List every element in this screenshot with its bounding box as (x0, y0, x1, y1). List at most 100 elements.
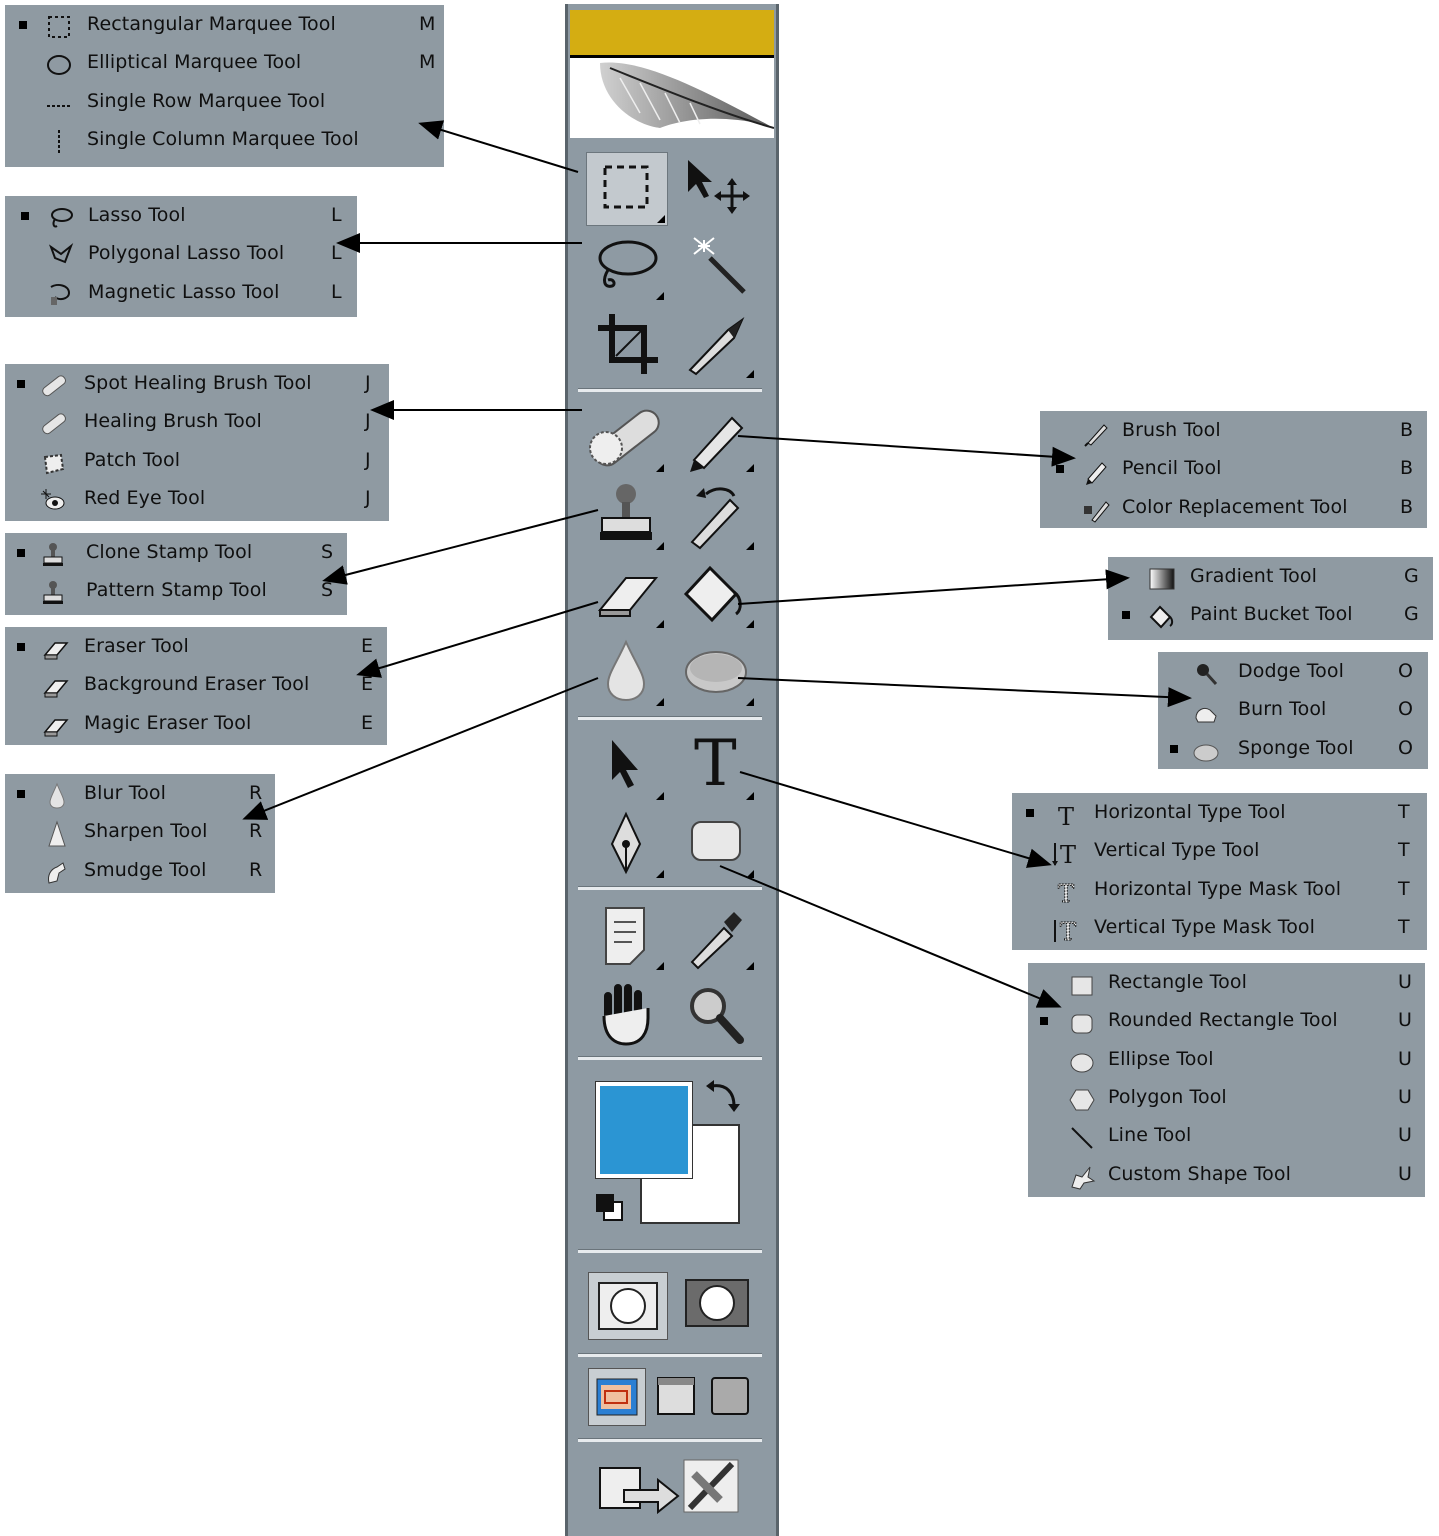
menu-item-label: Horizontal Type Mask Tool (1094, 877, 1342, 900)
menu-item[interactable]: Red Eye Tool J (5, 481, 389, 519)
standard-screen-mode-button[interactable] (588, 1368, 646, 1426)
pen-tool-button[interactable] (586, 808, 666, 880)
marquee-tool-button[interactable] (586, 152, 668, 226)
menu-item[interactable]: T Horizontal Type Tool T (1012, 795, 1427, 833)
menu-item-label: Paint Bucket Tool (1190, 603, 1353, 626)
brush-tool-button[interactable] (676, 402, 756, 474)
menu-item-label: Polygonal Lasso Tool (88, 242, 285, 265)
healing-tool-button[interactable] (586, 402, 666, 474)
menu-item-label: Red Eye Tool (84, 486, 206, 509)
shortcut-key: T (1398, 915, 1410, 938)
menu-item[interactable]: Healing Brush Tool J (5, 404, 389, 442)
shortcut-key: L (331, 204, 342, 226)
menu-item[interactable]: Color Replacement Tool B (1040, 490, 1427, 528)
full-screen-menu-mode-button[interactable] (654, 1374, 698, 1418)
menu-item[interactable]: Magic Eraser Tool E (5, 706, 387, 744)
menu-item[interactable]: Blur Tool R (5, 776, 275, 814)
blur-tool-button[interactable] (586, 636, 666, 708)
hand-tool-button[interactable] (586, 978, 666, 1050)
menu-item[interactable]: Line Tool U (1028, 1118, 1425, 1156)
move-tool-button[interactable] (676, 152, 756, 224)
paint-bucket-tool-button[interactable] (676, 558, 756, 630)
full-screen-mode-button[interactable] (708, 1374, 752, 1418)
arrow-eraser (356, 601, 599, 678)
menu-item[interactable]: Burn Tool O (1158, 692, 1428, 730)
shape-tool-button[interactable] (676, 808, 756, 880)
menu-item[interactable]: Ellipse Tool U (1028, 1042, 1425, 1080)
menu-item[interactable]: Elliptical Marquee Tool M (5, 45, 444, 83)
menu-item[interactable]: Rounded Rectangle Tool U (1028, 1003, 1425, 1041)
eyedropper-tool-button[interactable] (676, 900, 756, 972)
stamp-tool-button[interactable] (586, 480, 666, 552)
default-colors-icon[interactable] (592, 1190, 626, 1224)
arrow-brush (737, 435, 1076, 467)
pen-icon (610, 811, 642, 875)
magic-wand-tool-button[interactable] (676, 230, 756, 302)
menu-item[interactable]: Magnetic Lasso Tool L (5, 275, 357, 313)
shortcut-key: L (331, 280, 342, 303)
menu-item[interactable]: Custom Shape Tool U (1028, 1157, 1425, 1195)
menu-item[interactable]: Patch Tool J (5, 443, 389, 481)
menu-item[interactable]: Polygonal Lasso Tool L (5, 236, 357, 274)
dodge-tool-button[interactable] (676, 636, 756, 708)
toolbar-separator (578, 388, 762, 392)
menu-item[interactable]: Sponge Tool O (1158, 731, 1428, 769)
shortcut-key: L (331, 242, 342, 265)
history-brush-tool-button[interactable] (676, 480, 756, 552)
menu-item-label: Line Tool (1108, 1124, 1192, 1147)
jump-to-imageready-button[interactable] (594, 1454, 744, 1518)
notes-tool-button[interactable] (586, 900, 666, 972)
quick-mask-mode-button[interactable] (680, 1272, 758, 1338)
menu-item[interactable]: Single Row Marquee Tool (5, 84, 444, 122)
menu-item[interactable]: Background Eraser Tool E (5, 667, 387, 705)
menu-item[interactable]: Pattern Stamp Tool S (5, 573, 347, 611)
menu-item[interactable]: Single Column Marquee Tool (5, 122, 444, 160)
eraser-tool-button[interactable] (586, 558, 666, 630)
shortcut-key: E (361, 711, 374, 734)
menu-item[interactable]: Eraser Tool E (5, 629, 387, 667)
shortcut-key: T (1398, 877, 1410, 900)
slice-tool-button[interactable] (676, 308, 756, 380)
menu-item-label: Smudge Tool (84, 858, 207, 881)
path-selection-tool-button[interactable] (586, 730, 666, 802)
menu-item[interactable]: Sharpen Tool R (5, 814, 275, 852)
menu-item[interactable]: T Vertical Type Tool T (1012, 833, 1427, 871)
type-tool-button[interactable]: T (676, 728, 756, 802)
crop-tool-button[interactable] (586, 308, 666, 380)
shortcut-key: R (249, 782, 263, 804)
shape-tools-menu: Rectangle Tool U Rounded Rectangle Tool U El… (1028, 963, 1425, 1197)
hand-icon (602, 984, 650, 1046)
menu-item[interactable]: Gradient Tool G (1108, 559, 1433, 597)
menu-item[interactable]: T Vertical Type Mask Tool T (1012, 910, 1427, 948)
dodge-icon (1192, 660, 1220, 688)
lasso-tool-button[interactable] (586, 230, 666, 302)
menu-item[interactable]: Lasso Tool L (5, 198, 357, 236)
eraser-icon (597, 577, 659, 617)
menu-item-label: Healing Brush Tool (84, 410, 262, 433)
foreground-color-swatch[interactable] (595, 1081, 693, 1179)
menu-item-label: Burn Tool (1238, 698, 1327, 721)
menu-item[interactable]: Spot Healing Brush Tool J (5, 366, 389, 404)
swap-colors-icon[interactable] (702, 1076, 742, 1116)
menu-item[interactable]: Polygon Tool U (1028, 1080, 1425, 1118)
dodge-tools-menu: Dodge Tool O Burn Tool O Sponge Tool O (1158, 652, 1428, 769)
paint-bucket-icon (683, 565, 742, 623)
shortcut-key: R (249, 858, 263, 881)
zoom-tool-button[interactable] (676, 978, 756, 1050)
menu-item[interactable]: Clone Stamp Tool S (5, 535, 347, 573)
healing-tools-menu: Spot Healing Brush Tool J Healing Brush To… (5, 364, 389, 521)
menu-item[interactable]: Paint Bucket Tool G (1108, 597, 1433, 635)
menu-item[interactable]: Rectangle Tool U (1028, 965, 1425, 1003)
menu-item[interactable]: Dodge Tool O (1158, 654, 1428, 692)
menu-item-label: Elliptical Marquee Tool (87, 51, 302, 74)
menu-item[interactable]: Rectangular Marquee Tool M (5, 7, 444, 45)
toolbar-separator (578, 1353, 762, 1357)
menu-item[interactable]: Pencil Tool B (1040, 451, 1427, 489)
standard-mode-button[interactable] (588, 1272, 668, 1340)
panel-header-bar[interactable] (570, 10, 774, 58)
menu-item[interactable]: Smudge Tool R (5, 853, 275, 891)
lasso-icon (47, 204, 75, 232)
menu-item[interactable]: Brush Tool B (1040, 413, 1427, 451)
healing-brush-icon (39, 410, 67, 438)
menu-item[interactable]: T Horizontal Type Mask Tool T (1012, 872, 1427, 910)
